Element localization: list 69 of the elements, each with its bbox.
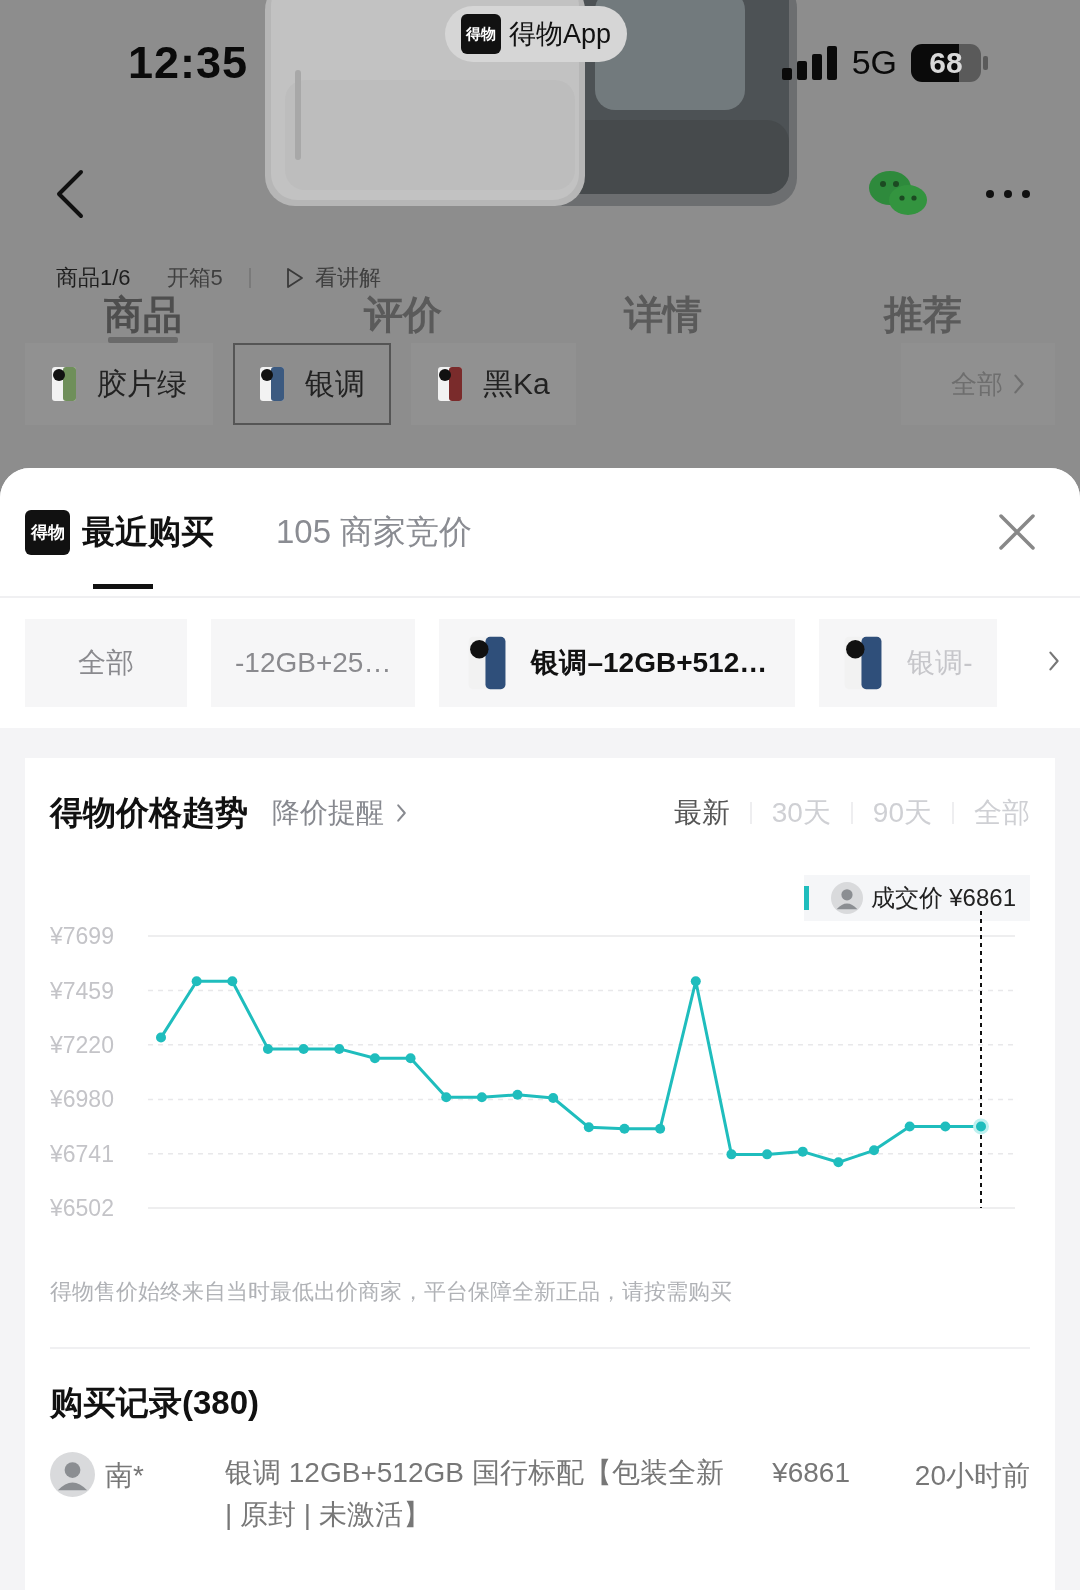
sheet-tab[interactable]: 105 商家竞价 bbox=[276, 468, 473, 597]
battery-indicator: 68 bbox=[911, 43, 988, 82]
app-logo-icon: 得物 bbox=[25, 509, 70, 555]
data-point bbox=[156, 1032, 166, 1043]
network-label: 5G bbox=[851, 43, 897, 82]
data-point bbox=[548, 1093, 559, 1103]
y-axis-label: ¥7459 bbox=[50, 977, 114, 1004]
data-point[interactable] bbox=[973, 1118, 989, 1135]
y-axis-label: ¥6741 bbox=[50, 1140, 114, 1167]
back-icon[interactable] bbox=[55, 169, 85, 219]
y-axis-label: ¥7220 bbox=[50, 1031, 114, 1058]
data-point bbox=[797, 1146, 808, 1157]
price-tooltip: 成交价 ¥6861 bbox=[803, 875, 1030, 921]
data-point bbox=[405, 1053, 416, 1064]
y-axis-label: ¥6502 bbox=[50, 1195, 114, 1221]
data-point bbox=[690, 976, 701, 987]
more-icon[interactable] bbox=[986, 190, 1030, 198]
data-point bbox=[833, 1157, 844, 1168]
variant-chip[interactable]: 银调 bbox=[233, 343, 391, 425]
chat-bubbles-icon[interactable] bbox=[868, 170, 928, 218]
data-point bbox=[583, 1122, 594, 1133]
record-time: 20小时前 bbox=[914, 1459, 1030, 1493]
range-tab[interactable]: 最新 bbox=[673, 794, 730, 832]
phone-icon bbox=[437, 366, 463, 402]
data-point bbox=[726, 1149, 737, 1160]
avatar-icon bbox=[50, 1452, 95, 1497]
variant-chip[interactable]: 胶片绿 bbox=[25, 343, 213, 425]
y-axis-label: ¥6980 bbox=[50, 1086, 114, 1113]
data-point bbox=[227, 976, 238, 987]
data-point bbox=[904, 1121, 915, 1132]
chevron-right-icon bbox=[1048, 650, 1060, 672]
price-alert-link[interactable]: 降价提醒 bbox=[272, 794, 407, 832]
data-point bbox=[262, 1043, 273, 1054]
sheet-tab[interactable]: 得物 最近购买 bbox=[25, 468, 214, 597]
data-point bbox=[369, 1053, 380, 1064]
play-icon bbox=[284, 267, 305, 289]
status-time: 12:35 bbox=[128, 36, 249, 89]
chevron-right-icon bbox=[1013, 373, 1025, 395]
price-note: 得物售价始终来自当时最低出价商家，平台保障全新正品，请按需购买 bbox=[50, 1277, 1030, 1349]
media-tab[interactable]: 看讲解 bbox=[284, 263, 381, 293]
filter-chip[interactable]: 银调–12GB+512… bbox=[439, 619, 796, 707]
section-title: 得物价格趋势 bbox=[50, 792, 248, 833]
data-point bbox=[298, 1043, 309, 1054]
data-point bbox=[655, 1123, 666, 1134]
data-point bbox=[441, 1092, 452, 1103]
data-point bbox=[762, 1149, 773, 1160]
phone-icon bbox=[259, 366, 285, 402]
filter-chip[interactable]: -12GB+25… bbox=[211, 619, 416, 707]
data-point bbox=[940, 1121, 951, 1132]
phone-icon bbox=[51, 366, 77, 402]
filter-chip[interactable]: 全部 bbox=[25, 619, 187, 707]
accent-bar bbox=[803, 886, 809, 910]
app-pill[interactable]: 得物 得物App bbox=[445, 6, 628, 62]
buyer-name: 南* bbox=[105, 1459, 145, 1493]
avatar-icon bbox=[830, 882, 863, 914]
signal-icon bbox=[781, 45, 838, 80]
data-point bbox=[619, 1123, 630, 1134]
data-point bbox=[334, 1043, 345, 1054]
data-point bbox=[476, 1092, 487, 1103]
variant-chip[interactable]: 黑Ka bbox=[411, 343, 576, 425]
section-title: 购买记录(380) bbox=[50, 1383, 261, 1423]
data-point bbox=[869, 1145, 880, 1156]
close-icon[interactable] bbox=[999, 514, 1035, 550]
data-point bbox=[191, 976, 202, 987]
y-axis-label: ¥7699 bbox=[50, 923, 114, 949]
chevron-right-icon bbox=[396, 803, 407, 823]
item-description: 银调 12GB+512GB 国行标配【包装全新 | 原封 | 未激活】 bbox=[225, 1456, 725, 1532]
record-price: ¥6861 bbox=[772, 1456, 850, 1489]
data-point bbox=[512, 1089, 523, 1100]
